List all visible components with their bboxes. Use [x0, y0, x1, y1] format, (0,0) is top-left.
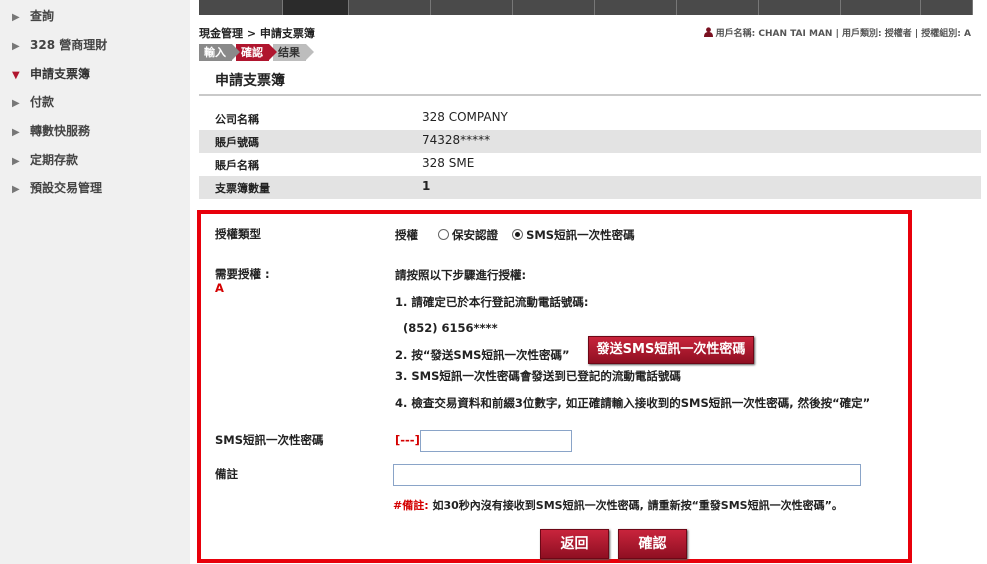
top-tab[interactable] [349, 0, 431, 15]
sidebar-item-cheque-book[interactable]: ▼ 申請支票簿 [12, 65, 90, 82]
top-tab[interactable] [199, 0, 283, 15]
instruction-step-2: 2. 按“發送SMS短訊一次性密碼” [395, 348, 570, 362]
required-auth-group: A [215, 281, 224, 295]
sidebar-item-time-deposit[interactable]: ▶ 定期存款 [12, 151, 78, 168]
top-tab[interactable] [513, 0, 595, 15]
top-tab[interactable] [841, 0, 921, 15]
sidebar-item-fps[interactable]: ▶ 轉數快服務 [12, 122, 90, 139]
otp-input[interactable] [420, 430, 572, 452]
user-info-text: 用戶名稱: CHAN TAI MAN | 用戶類別: 授權者 | 授權組別: A [715, 29, 971, 39]
breadcrumb: 現金管理 > 申請支票簿 [199, 27, 315, 40]
radio-sms-label: SMS短訊一次性密碼 [526, 228, 635, 242]
radio-token[interactable]: 保安認證 [438, 228, 498, 242]
info-label: 公司名稱 [215, 113, 259, 126]
top-tab[interactable] [759, 0, 841, 15]
progress-steps: 輸入 確認 结果 [199, 44, 314, 61]
back-button[interactable]: 返回 [540, 529, 609, 559]
send-sms-otp-button[interactable]: 發送SMS短訊一次性密碼 [588, 336, 754, 364]
title-divider [199, 94, 981, 96]
sidebar-item-enquiry[interactable]: ▶ 查詢 [12, 7, 54, 24]
sidebar-item-label: 付款 [30, 95, 55, 109]
auth-type-options: 授權 保安認證 SMS短訊一次性密碼 [395, 227, 635, 243]
instruction-step-1: 1. 請確定已於本行登記流動電話號碼: [395, 295, 589, 309]
info-row-account-name: 賬戶名稱 328 SME [199, 153, 981, 176]
sidebar-item-business-banking[interactable]: ▶ 328 營商理財 [12, 36, 107, 53]
chevron-right-icon: ▶ [12, 184, 20, 195]
sidebar-item-preset-transactions[interactable]: ▶ 預設交易管理 [12, 179, 102, 196]
app-root: ▶ 查詢 ▶ 328 營商理財 ▼ 申請支票簿 ▶ 付款 ▶ 轉數快服務 ▶ 定期存款 ▶ 預… [0, 0, 987, 564]
top-tab[interactable] [431, 0, 513, 15]
sidebar-item-label: 328 營商理財 [30, 38, 108, 52]
info-row-cheque-quantity: 支票簿數量 1 [199, 176, 981, 199]
top-tab-active[interactable] [283, 0, 349, 15]
note-text: 如30秒內沒有接收到SMS短訊一次性密碼, 請重新按“重發SMS短訊一次性密碼”… [432, 499, 843, 512]
chevron-right-icon: ▶ [12, 156, 20, 167]
info-value: 328 COMPANY [422, 110, 508, 124]
required-auth-label: 需要授權 : [215, 267, 270, 281]
user-info: 用戶名稱: CHAN TAI MAN | 用戶類別: 授權者 | 授權組別: A [703, 26, 971, 39]
step-result: 结果 [273, 44, 314, 61]
chevron-down-icon: ▼ [12, 70, 20, 81]
auth-type-label: 授權類型 [215, 227, 261, 241]
info-value: 328 SME [422, 156, 475, 170]
chevron-right-icon: ▶ [12, 98, 20, 109]
radio-sms[interactable]: SMS短訊一次性密碼 [512, 228, 635, 242]
instruction-step-3: 3. SMS短訊一次性密碼會發送到已登記的流動電話號碼 [395, 369, 681, 383]
sidebar-item-label: 定期存款 [30, 153, 79, 167]
info-label: 支票簿數量 [215, 182, 270, 195]
step-input: 輸入 [199, 44, 240, 61]
registered-phone: (852) 6156**** [403, 321, 498, 335]
top-tab[interactable] [595, 0, 677, 15]
auth-type-prefix: 授權 [395, 228, 418, 242]
authorization-panel: 授權類型 授權 保安認證 SMS短訊一次性密碼 需要授權 : A 請按照以下步驟… [197, 210, 912, 563]
instruction-step-4: 4. 檢查交易資料和前綴3位數字, 如正確請輸入接收到的SMS短訊一次性密碼, … [395, 396, 871, 410]
radio-token-label: 保安認證 [452, 228, 499, 242]
info-row-company: 公司名稱 328 COMPANY [199, 107, 981, 130]
top-tab[interactable] [677, 0, 759, 15]
confirm-button[interactable]: 確認 [618, 529, 687, 559]
page-title: 申請支票簿 [215, 73, 285, 89]
resend-note: #備註: 如30秒內沒有接收到SMS短訊一次性密碼, 請重新按“重發SMS短訊一… [393, 497, 843, 513]
info-value: 74328***** [422, 133, 491, 147]
chevron-right-icon: ▶ [12, 41, 20, 52]
otp-label: SMS短訊一次性密碼 [215, 433, 324, 447]
remark-input[interactable] [393, 464, 861, 486]
sidebar-item-label: 申請支票簿 [30, 67, 91, 81]
info-label: 賬戶號碼 [215, 136, 259, 149]
otp-prefix: [---] [395, 433, 420, 447]
radio-selected-icon[interactable] [512, 229, 524, 240]
sidebar-item-label: 查詢 [30, 9, 55, 23]
chevron-right-icon: ▶ [12, 127, 20, 138]
chevron-right-icon: ▶ [12, 12, 20, 23]
step-confirm: 確認 [236, 44, 277, 61]
note-prefix: #備註: [393, 499, 429, 512]
info-value: 1 [422, 179, 431, 193]
sidebar-item-label: 轉數快服務 [30, 124, 91, 138]
top-tab[interactable] [921, 0, 973, 15]
sidebar-item-payment[interactable]: ▶ 付款 [12, 93, 54, 110]
remark-label: 備註 [215, 467, 238, 481]
sidebar: ▶ 查詢 ▶ 328 營商理財 ▼ 申請支票簿 ▶ 付款 ▶ 轉數快服務 ▶ 定期存款 ▶ 預… [0, 0, 190, 564]
user-icon [703, 27, 713, 37]
info-label: 賬戶名稱 [215, 159, 259, 172]
instructions-title: 請按照以下步驟進行授權: [395, 268, 527, 282]
radio-icon[interactable] [438, 229, 450, 240]
sidebar-item-label: 預設交易管理 [30, 181, 103, 195]
info-row-account-number: 賬戶號碼 74328***** [199, 130, 981, 153]
